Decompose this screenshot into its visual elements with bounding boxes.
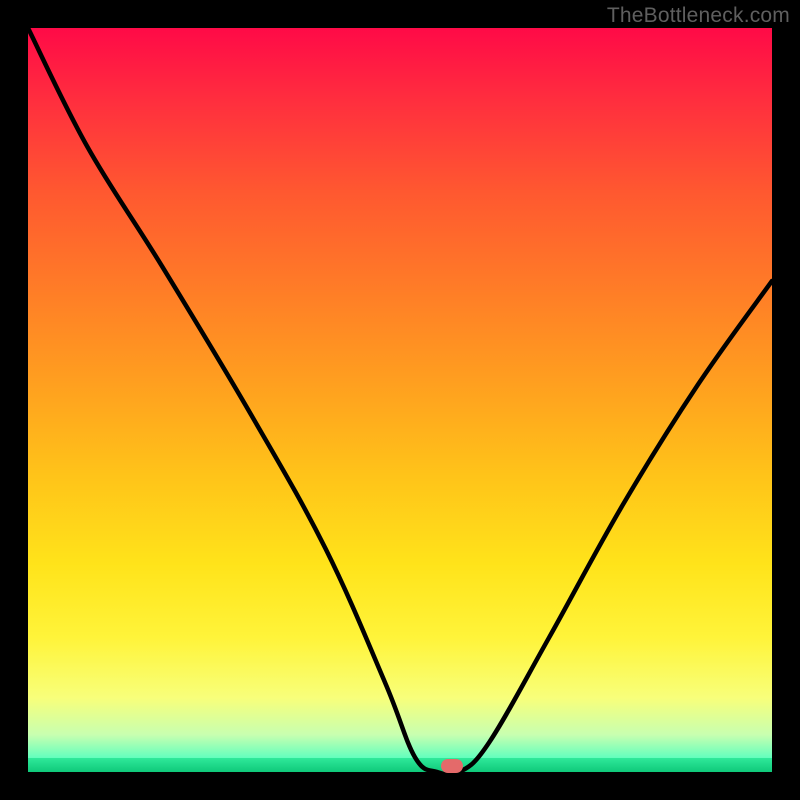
optimum-marker <box>441 759 463 773</box>
bottleneck-curve <box>28 28 772 772</box>
plot-area <box>28 28 772 772</box>
chart-frame: TheBottleneck.com <box>0 0 800 800</box>
watermark-text: TheBottleneck.com <box>607 4 790 28</box>
